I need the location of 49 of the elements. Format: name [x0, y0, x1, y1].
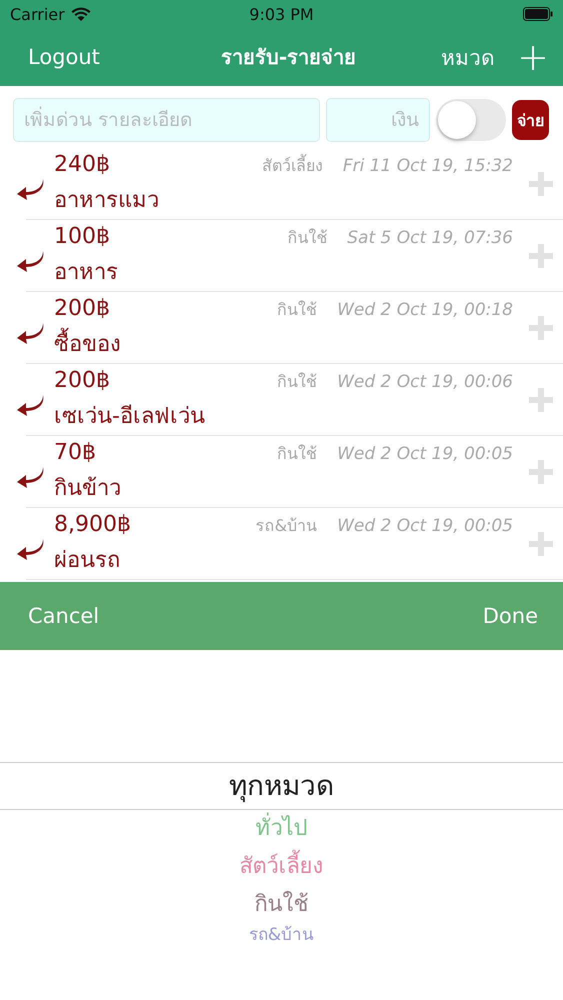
picker-item[interactable]: กินใช้ — [254, 886, 308, 924]
category-text: กินใช้ — [277, 442, 318, 464]
date-text: Wed 2 Oct 19, 00:05 — [337, 516, 513, 536]
date-text: Fri 11 Oct 19, 15:32 — [342, 156, 513, 176]
date-text: Sat 5 Oct 19, 07:36 — [347, 228, 513, 248]
toggle-switch[interactable] — [436, 99, 506, 141]
done-button[interactable]: Done — [482, 604, 538, 628]
plus-icon[interactable] — [529, 388, 553, 412]
logout-button[interactable]: Logout — [28, 45, 100, 69]
picker-item[interactable]: สัตว์เลี้ยง — [240, 848, 324, 886]
carrier-label: Carrier — [10, 4, 65, 24]
amount-field[interactable]: เงิน — [326, 98, 430, 142]
plus-icon[interactable] — [529, 172, 553, 196]
category-text: สัตว์เลี้ยง — [262, 153, 323, 176]
add-button[interactable]: + — [517, 38, 549, 76]
date-text: Wed 2 Oct 19, 00:18 — [337, 300, 513, 320]
note-text: อาหาร — [54, 258, 119, 286]
picker-item[interactable]: ทุกหมวด — [0, 762, 563, 810]
date-text: Wed 2 Oct 19, 00:05 — [337, 444, 513, 464]
note-text: เซเว่น-อีเลฟเว่น — [54, 402, 206, 430]
date-text: Wed 2 Oct 19, 00:06 — [337, 372, 513, 392]
detail-field[interactable]: เพิ่มด่วน รายละเอียด — [13, 98, 320, 142]
amount-text: 8,900฿ — [54, 512, 131, 536]
amount-text: 200฿ — [54, 296, 110, 320]
plus-icon[interactable] — [529, 244, 553, 268]
note-text: ผ่อนรถ — [54, 546, 121, 574]
picker-item[interactable]: ทั่วไป — [256, 810, 308, 848]
note-text: ซื้อของ — [54, 326, 513, 360]
note-text: อาหารแมว — [54, 186, 160, 214]
amount-text: 200฿ — [54, 368, 110, 392]
category-button[interactable]: หมวด — [441, 40, 496, 74]
expense-button[interactable]: จ่าย — [512, 100, 549, 140]
clock: 9:03 PM — [249, 4, 314, 24]
amount-text: 100฿ — [54, 224, 110, 248]
plus-icon[interactable] — [529, 532, 553, 556]
amount-text: 240฿ — [54, 152, 110, 176]
note-text: กินข้าว — [54, 474, 122, 502]
wifi-icon — [70, 6, 91, 22]
amount-text: 70฿ — [54, 440, 96, 464]
plus-icon[interactable] — [529, 316, 553, 340]
category-text: กินใช้ — [277, 298, 318, 320]
picker-item[interactable]: รถ&บ้าน — [248, 924, 314, 946]
battery-icon — [523, 7, 553, 21]
plus-icon[interactable] — [529, 460, 553, 484]
cancel-button[interactable]: Cancel — [28, 604, 100, 628]
category-text: กินใช้ — [277, 370, 318, 392]
screen-title: รายรับ-รายจ่าย — [220, 44, 356, 71]
category-text: กินใช้ — [287, 226, 328, 248]
category-text: รถ&บ้าน — [256, 514, 318, 536]
